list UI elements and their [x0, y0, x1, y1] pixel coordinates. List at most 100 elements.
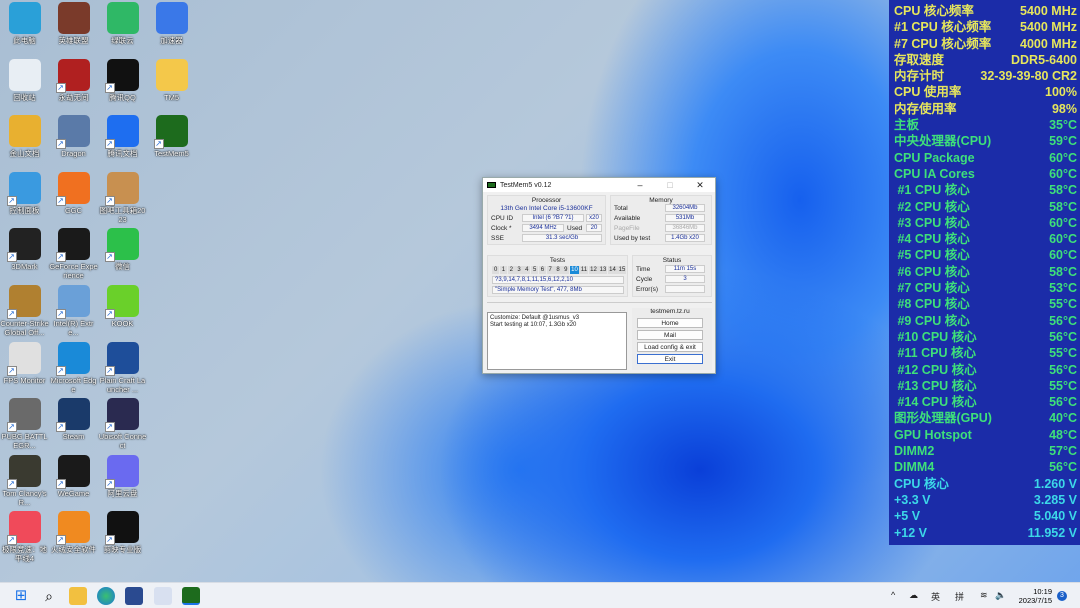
desktop-icon[interactable]: ↗ 腾讯QQ: [98, 58, 147, 102]
desktop-icon[interactable]: ↗ KOOK: [98, 285, 147, 328]
app-icon: ↗: [104, 115, 139, 150]
desktop-icon[interactable]: ↗ Microsoft Edge: [49, 341, 98, 394]
sensor-label: GPU Hotspot: [894, 427, 972, 442]
desktop-icon[interactable]: ↗ 剪映专业版: [98, 511, 147, 554]
desktop-icon-label: PUBG BATTLEGR...: [1, 432, 48, 451]
sensor-row: CPU Package 60°C: [889, 150, 1080, 166]
sensor-value: 48°C: [1049, 427, 1077, 442]
ime-language[interactable]: 英: [931, 590, 940, 603]
wifi-icon[interactable]: ≋: [980, 590, 988, 601]
shortcut-arrow-icon: ↗: [104, 478, 115, 489]
file-explorer-icon[interactable]: [69, 587, 87, 605]
test-number: 9: [562, 266, 570, 274]
desktop-icon-label: 控制面板: [9, 205, 40, 215]
title-bar[interactable]: TestMem5 v0.12 – □ ✕: [483, 178, 715, 192]
desktop-icon[interactable]: 回收站: [0, 58, 49, 102]
store-icon[interactable]: [125, 587, 143, 605]
mail-button[interactable]: Mail: [637, 330, 703, 340]
desktop-icon-label: 阿里云盘: [107, 488, 138, 498]
load-config-exit-button[interactable]: Load config & exit: [637, 342, 703, 352]
desktop-icon[interactable]: ↗ 控制面板: [0, 171, 49, 215]
desktop-icon[interactable]: 绿联云: [98, 2, 147, 45]
total-label: Total: [614, 205, 628, 212]
sensor-value: 55°C: [1049, 346, 1077, 361]
sensor-value: 60°C: [1049, 215, 1077, 230]
desktop-icon-label: 永劫无间: [58, 92, 89, 102]
sensor-row: 中央处理器(CPU) 59°C: [889, 133, 1080, 149]
sensor-label: #3 CPU 核心: [894, 215, 970, 230]
desktop-icon[interactable]: ↗ FPS Monitor: [0, 341, 49, 385]
home-button[interactable]: Home: [637, 318, 703, 328]
sensor-value: 58°C: [1049, 199, 1077, 214]
onedrive-icon[interactable]: ☁: [909, 590, 918, 601]
minimize-button[interactable]: –: [625, 180, 655, 190]
desktop-icon[interactable]: ↗ TestMem5: [147, 115, 196, 158]
desktop-icon-label: 腾讯文档: [107, 149, 138, 159]
shortcut-arrow-icon: ↗: [153, 139, 164, 150]
sensor-label: DIMM4: [894, 460, 935, 475]
desktop-icon[interactable]: ↗ Tom Clancy's R...: [0, 454, 49, 507]
show-hidden-icons[interactable]: ^: [891, 590, 895, 600]
sensor-row: +5 V 5.040 V: [889, 508, 1080, 524]
ime-mode[interactable]: 拼: [955, 590, 964, 603]
desktop-icon[interactable]: ↗ 极限竞速：地平线4: [0, 511, 49, 563]
sensor-value: 58°C: [1049, 183, 1077, 198]
desktop-icon[interactable]: ↗ Steam: [49, 398, 98, 441]
close-button[interactable]: ✕: [685, 180, 715, 191]
desktop-icon[interactable]: ↗ 3DMark: [0, 228, 49, 271]
desktop-icon[interactable]: ↗ Ubisoft Connect: [98, 398, 147, 450]
desktop-icon[interactable]: ↗ Plain Craft Launcher ...: [98, 341, 147, 394]
desktop-icon[interactable]: TM5: [147, 58, 196, 102]
app-icon: ↗: [55, 285, 90, 319]
testmem5-taskbar-icon[interactable]: [182, 587, 200, 605]
notification-badge[interactable]: 3: [1057, 591, 1067, 601]
edge-icon[interactable]: [97, 587, 115, 605]
desktop-icon-label: Dragon: [61, 149, 86, 159]
app-icon: ↗: [104, 341, 139, 376]
sensor-label: 中央处理器(CPU): [894, 134, 992, 149]
log-box[interactable]: Customize: Default @1usmus_v3 Start test…: [487, 312, 627, 370]
desktop-icon[interactable]: ↗ Dragon: [49, 115, 98, 158]
desktop-icon[interactable]: 此电脑: [0, 2, 49, 45]
sensor-value: 56°C: [1049, 362, 1077, 377]
desktop-icon[interactable]: ↗ Intel(R) Extre...: [49, 285, 98, 337]
clock[interactable]: 10:19 2023/7/15: [1010, 587, 1052, 605]
desktop-icon-label: Steam: [62, 432, 85, 442]
pagefile-value: 36846Mb: [665, 224, 705, 232]
desktop-icon-label: 火绒安全软件: [51, 545, 96, 555]
app-icon: ↗: [6, 511, 41, 546]
search-icon[interactable]: ⌕: [40, 587, 58, 605]
current-test: "Simple Memory Test", 477, 8Mb: [492, 286, 624, 294]
volume-icon[interactable]: 🔈: [995, 590, 1006, 601]
app-icon: ↗: [6, 398, 41, 433]
maximize-button[interactable]: □: [655, 180, 685, 190]
shortcut-arrow-icon: ↗: [55, 365, 66, 376]
desktop-icon[interactable]: ↗ 腾讯文档: [98, 115, 147, 158]
window-title: TestMem5 v0.12: [500, 181, 552, 189]
desktop-icon-label: 英雄联盟: [58, 36, 89, 45]
desktop-icon[interactable]: 金山文档: [0, 115, 49, 158]
desktop-icon[interactable]: ↗ WeGame: [49, 454, 98, 498]
desktop-icon[interactable]: 加速器: [147, 2, 196, 45]
desktop-icon[interactable]: ↗ GeForce Experience: [49, 228, 98, 280]
desktop-icon[interactable]: ↗ 火绒安全软件: [49, 511, 98, 554]
snipping-tool-icon[interactable]: [154, 587, 172, 605]
desktop-icon[interactable]: ↗ PUBG BATTLEGR...: [0, 398, 49, 450]
test-number: 0: [492, 266, 500, 274]
test-numbers: 0 1 2 3 4 5 6 7 8 9 10 11 12 13 14 15: [492, 266, 627, 274]
desktop-icon[interactable]: ↗ 图吧工具箱2023: [98, 171, 147, 224]
desktop-icon[interactable]: ↗ 微信: [98, 228, 147, 271]
desktop-icon-label: 剪映专业版: [103, 545, 142, 555]
taskbar: ⊞ ⌕ ^ ☁ 英 拼 ≋ 🔈 10:19 2023/7/15 3: [0, 582, 1080, 608]
start-button[interactable]: ⊞: [12, 587, 30, 605]
total-value: 32604Mb: [665, 204, 705, 212]
desktop-icon[interactable]: ↗ Counter-Strike Global Off...: [0, 285, 49, 337]
desktop-icon[interactable]: 英雄联盟: [49, 2, 98, 45]
exit-button[interactable]: Exit: [637, 354, 703, 364]
desktop-icon[interactable]: ↗ 阿里云盘: [98, 454, 147, 498]
desktop-icon[interactable]: ↗ GGC: [49, 171, 98, 215]
desktop-icon[interactable]: ↗ 永劫无间: [49, 58, 98, 102]
app-icon: ↗: [55, 398, 90, 433]
sensor-row: CPU 使用率 100%: [889, 84, 1080, 100]
clock-time: 10:19: [1033, 587, 1052, 596]
